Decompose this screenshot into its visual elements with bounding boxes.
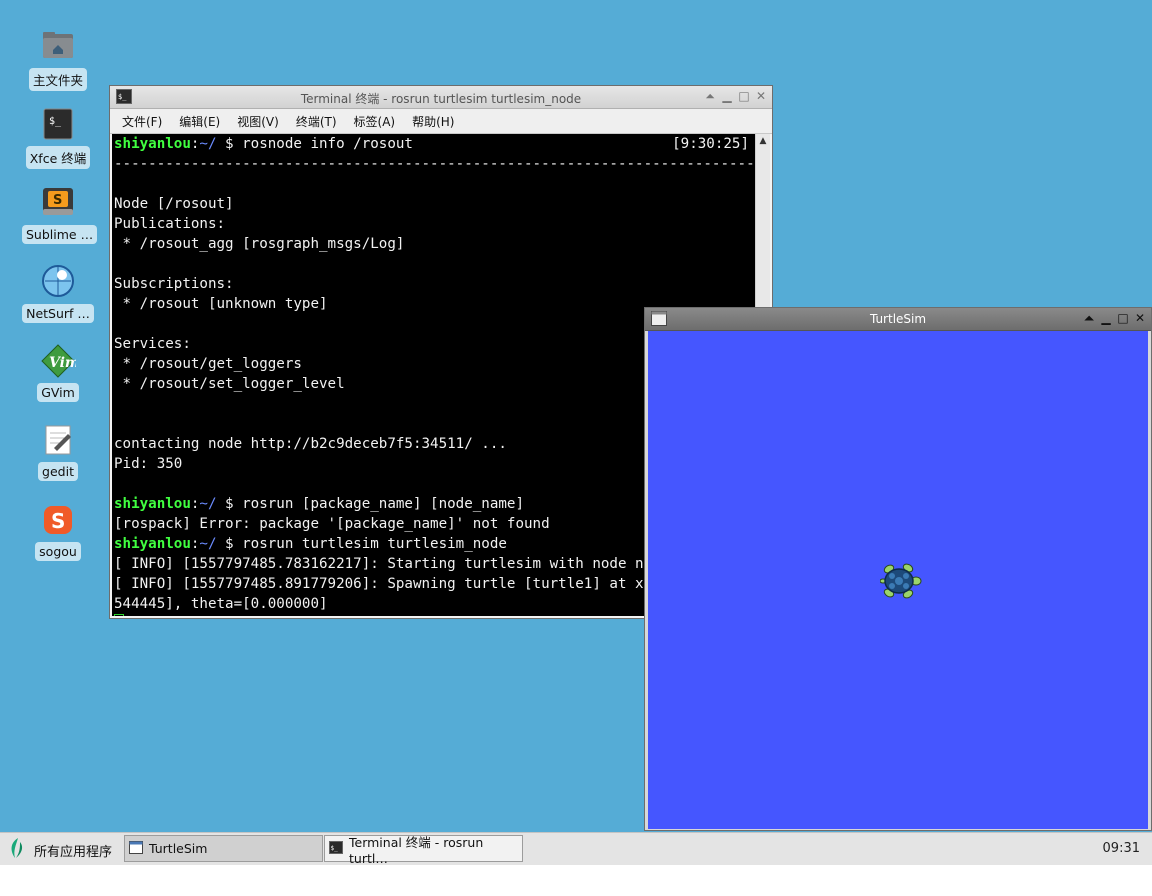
prompt-clock: [9:30:25] [672,136,749,152]
svg-text:$_: $_ [331,845,339,852]
menu-file[interactable]: 文件(F) [118,112,166,131]
prompt-user: shiyanlou [114,496,191,512]
minimize-button[interactable]: ▁ [1099,311,1113,326]
desktop-icon-gedit[interactable]: gedit [22,422,94,481]
turtlesim-titlebar[interactable]: TurtleSim ⏶ ▁ □ ✕ [645,308,1151,331]
taskbar-clock[interactable]: 09:31 [1103,841,1140,856]
terminal-icon: $_ [329,840,343,857]
taskbar: 所有应用程序 TurtleSim $_ Terminal 终端 - rosrun… [0,832,1152,866]
window-title: Terminal 终端 - rosrun turtlesim turtlesim… [300,92,582,106]
screen-bottom-margin [0,865,1152,896]
desktop-icon-label: Sublime … [22,225,98,244]
command-text: rosnode info /rosout [242,136,413,152]
desktop-icon-label: sogou [35,542,81,561]
desktop-icon-sublime[interactable]: S Sublime … [22,185,98,244]
applications-menu-button[interactable]: 所有应用程序 [6,837,112,863]
prompt-user: shiyanlou [114,136,191,152]
netsurf-icon [40,264,76,300]
prompt-symbol: $ [216,536,243,552]
turtlesim-canvas[interactable] [648,331,1148,829]
sogou-icon: S [40,502,76,538]
close-button[interactable]: ✕ [1133,311,1147,326]
terminal-icon: $_ [40,106,76,142]
desktop-icon-label: NetSurf … [22,304,94,323]
shade-button[interactable]: ⏶ [1082,311,1096,326]
text-cursor [114,614,124,616]
close-button[interactable]: ✕ [754,89,768,104]
taskbar-item-label: Terminal 终端 - rosrun turtl… [349,834,484,866]
prompt-user: shiyanlou [114,536,191,552]
taskbar-item-turtlesim[interactable]: TurtleSim [124,835,323,862]
desktop-icon-sogou[interactable]: S sogou [22,502,94,561]
terminal-menubar: 文件(F) 编辑(E) 视图(V) 终端(T) 标签(A) 帮助(H) [110,109,772,134]
menu-help[interactable]: 帮助(H) [408,112,458,131]
sublime-icon: S [40,185,76,221]
menu-tabs[interactable]: 标签(A) [350,112,400,131]
turtle-icon [879,561,922,601]
app-menu-leaf-icon [6,837,26,863]
window-title: TurtleSim [869,312,927,326]
svg-text:S: S [53,193,62,208]
command-text: rosrun turtlesim turtlesim_node [242,536,507,552]
desktop-icon-home[interactable]: 主文件夹 [22,28,94,91]
home-folder-icon [40,28,76,64]
desktop-icon-label: 主文件夹 [28,68,87,91]
scroll-up-arrow-icon[interactable]: ▲ [756,134,770,148]
prompt-path: ~/ [199,536,217,552]
separator-line: ----------------------------------------… [114,156,755,172]
output-line: * /rosout_agg [rosgraph_msgs/Log] [114,236,405,252]
menu-terminal[interactable]: 终端(T) [292,112,341,131]
maximize-button[interactable]: □ [1116,311,1130,326]
menu-view[interactable]: 视图(V) [233,112,283,131]
desktop-icon-gvim[interactable]: Vim GVim [22,343,94,402]
window-icon [129,840,143,857]
menu-edit[interactable]: 编辑(E) [175,112,224,131]
output-line: Publications: [114,216,234,232]
shade-button[interactable]: ⏶ [703,89,717,104]
prompt-line: shiyanlou:~/ $ rosnode info /rosout [9:30… [112,134,755,154]
prompt-path: ~/ [199,496,217,512]
output-line: Subscriptions: [114,276,243,292]
desktop-icon-label: gedit [38,462,78,481]
svg-text:$_: $_ [49,116,62,127]
command-text: rosrun [package_name] [node_name] [242,496,525,512]
prompt-path: ~/ [199,136,217,152]
desktop-icon-terminal[interactable]: $_ Xfce 终端 [22,106,94,169]
maximize-button[interactable]: □ [737,89,751,104]
desktop-icon-label: Xfce 终端 [25,146,91,169]
gedit-icon [40,422,76,458]
output-line: Node [/rosout] [114,196,234,212]
taskbar-item-terminal[interactable]: $_ Terminal 终端 - rosrun turtl… [324,835,523,866]
svg-text:S: S [51,509,65,533]
turtlesim-window[interactable]: TurtleSim ⏶ ▁ □ ✕ [644,307,1152,831]
applications-menu-label: 所有应用程序 [34,844,113,860]
desktop-icon-label: GVim [37,383,79,402]
desktop-icon-netsurf[interactable]: NetSurf … [22,264,94,323]
prompt-symbol: $ [216,496,243,512]
minimize-button[interactable]: ▁ [720,89,734,104]
gvim-icon: Vim [40,343,80,379]
taskbar-item-label: TurtleSim [149,841,208,856]
prompt-symbol: $ [216,136,243,152]
terminal-titlebar[interactable]: $_ Terminal 终端 - rosrun turtlesim turtle… [110,86,772,109]
svg-text:Vim: Vim [49,355,76,371]
